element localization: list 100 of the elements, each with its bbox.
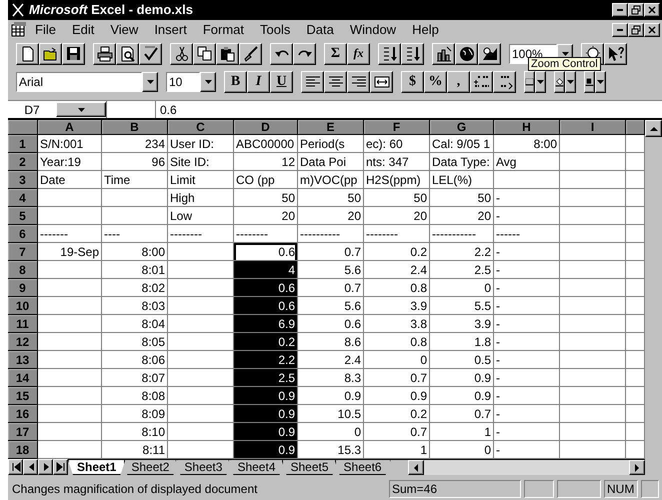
- map-button[interactable]: [455, 42, 478, 65]
- paste-button[interactable]: [216, 42, 239, 65]
- row-header[interactable]: 14: [8, 369, 38, 388]
- row-header[interactable]: 8: [8, 261, 38, 280]
- borders-dropdown-button[interactable]: [535, 71, 546, 94]
- menu-item[interactable]: Format: [194, 22, 252, 38]
- bold-button[interactable]: B: [224, 71, 247, 94]
- decrease-decimal-button[interactable]: [493, 71, 516, 94]
- table-cell: 8:11: [102, 441, 168, 460]
- format-painter-button[interactable]: [239, 42, 262, 65]
- borders-button[interactable]: [524, 71, 535, 94]
- sheet-tab[interactable]: Sheet6: [334, 460, 391, 476]
- autosum-button[interactable]: Σ: [324, 42, 347, 65]
- help-button[interactable]: [604, 42, 627, 65]
- undo-button[interactable]: [270, 42, 293, 65]
- minimize-button[interactable]: [612, 22, 628, 37]
- drawing-button[interactable]: [478, 42, 501, 65]
- last-sheet-button[interactable]: [53, 459, 68, 476]
- row-header[interactable]: 1: [8, 135, 38, 154]
- sort-descending-button[interactable]: [401, 42, 424, 65]
- column-header[interactable]: A: [38, 120, 102, 136]
- underline-button[interactable]: U: [270, 71, 293, 94]
- sheet-tab[interactable]: Sheet5: [282, 460, 338, 476]
- column-header[interactable]: B: [102, 120, 168, 136]
- sheet-tab[interactable]: Sheet3: [175, 460, 232, 476]
- center-button[interactable]: [324, 71, 347, 94]
- status-message: Changes magnification of displayed document: [11, 482, 258, 496]
- column-header[interactable]: [626, 120, 645, 136]
- font-color-dropdown-button[interactable]: [595, 71, 606, 94]
- column-header[interactable]: H: [494, 120, 560, 136]
- fill-color-dropdown-button[interactable]: [565, 71, 576, 94]
- row-header[interactable]: 5: [8, 207, 38, 226]
- row-header[interactable]: 17: [8, 423, 38, 442]
- row-header[interactable]: 11: [8, 315, 38, 334]
- menu-item[interactable]: Edit: [64, 22, 102, 38]
- align-right-button[interactable]: [347, 71, 370, 94]
- fill-color-button[interactable]: [554, 71, 565, 94]
- print-button[interactable]: [93, 42, 116, 65]
- close-button[interactable]: [644, 22, 660, 37]
- first-sheet-button[interactable]: [8, 459, 23, 476]
- column-header[interactable]: D: [234, 120, 298, 136]
- column-header[interactable]: F: [364, 120, 430, 136]
- row-header[interactable]: 9: [8, 279, 38, 298]
- table-cell: [560, 441, 626, 460]
- cut-button[interactable]: [170, 42, 193, 65]
- horizontal-scrollbar[interactable]: [408, 459, 645, 476]
- select-all-corner[interactable]: [8, 120, 38, 136]
- spelling-button[interactable]: [139, 42, 162, 65]
- currency-button[interactable]: $: [401, 71, 424, 94]
- copy-button[interactable]: [193, 42, 216, 65]
- row-header[interactable]: 6: [8, 225, 38, 244]
- previous-sheet-button[interactable]: [23, 459, 38, 476]
- column-header[interactable]: E: [298, 120, 364, 136]
- save-button[interactable]: [62, 42, 85, 65]
- restore-button[interactable]: [628, 22, 644, 37]
- row-header[interactable]: 12: [8, 333, 38, 352]
- font-color-button[interactable]: [584, 71, 595, 94]
- redo-button[interactable]: [293, 42, 316, 65]
- sheet-tab[interactable]: Sheet2: [122, 460, 178, 476]
- row-header[interactable]: 4: [8, 189, 38, 208]
- row-header[interactable]: 16: [8, 405, 38, 424]
- new-button[interactable]: [16, 42, 39, 65]
- menu-item[interactable]: View: [102, 22, 146, 38]
- menu-item[interactable]: Tools: [252, 22, 298, 38]
- merge-center-button[interactable]: [370, 71, 393, 94]
- column-header[interactable]: C: [168, 120, 234, 136]
- row-header[interactable]: 13: [8, 351, 38, 370]
- vertical-scrollbar[interactable]: [645, 120, 662, 460]
- menu-item[interactable]: Window: [342, 22, 404, 38]
- percent-button[interactable]: %: [424, 71, 447, 94]
- menu-item[interactable]: File: [27, 22, 64, 38]
- table-cell: 2.4: [298, 351, 364, 370]
- comma-button[interactable]: ,: [447, 71, 470, 94]
- chart-wizard-button[interactable]: [432, 42, 455, 65]
- open-button[interactable]: [39, 42, 62, 65]
- row-header[interactable]: 3: [8, 171, 38, 190]
- menu-item[interactable]: Insert: [146, 22, 195, 38]
- italic-button[interactable]: I: [247, 71, 270, 94]
- sheet-tab[interactable]: Sheet1: [68, 460, 126, 476]
- minimize-button[interactable]: [612, 2, 628, 17]
- menu-item[interactable]: Data: [298, 22, 342, 38]
- row-header[interactable]: 15: [8, 387, 38, 406]
- function-wizard-button[interactable]: fx: [347, 42, 370, 65]
- column-header[interactable]: G: [430, 120, 494, 136]
- sort-ascending-button[interactable]: [378, 42, 401, 65]
- row-header[interactable]: 2: [8, 153, 38, 172]
- menu-item[interactable]: Help: [404, 22, 447, 38]
- next-sheet-button[interactable]: [38, 459, 53, 476]
- close-button[interactable]: [644, 2, 660, 17]
- print-preview-button[interactable]: [116, 42, 139, 65]
- sheet-tab[interactable]: Sheet4: [228, 460, 284, 476]
- align-left-button[interactable]: [301, 71, 324, 94]
- status-panel: [641, 480, 659, 498]
- row-header[interactable]: 10: [8, 297, 38, 316]
- drawing-shapes-icon: [482, 46, 498, 62]
- increase-decimal-button[interactable]: [470, 71, 493, 94]
- column-header[interactable]: I: [560, 120, 626, 136]
- row-header[interactable]: 7: [8, 243, 38, 262]
- restore-button[interactable]: [628, 2, 644, 17]
- row-header[interactable]: 18: [8, 441, 38, 460]
